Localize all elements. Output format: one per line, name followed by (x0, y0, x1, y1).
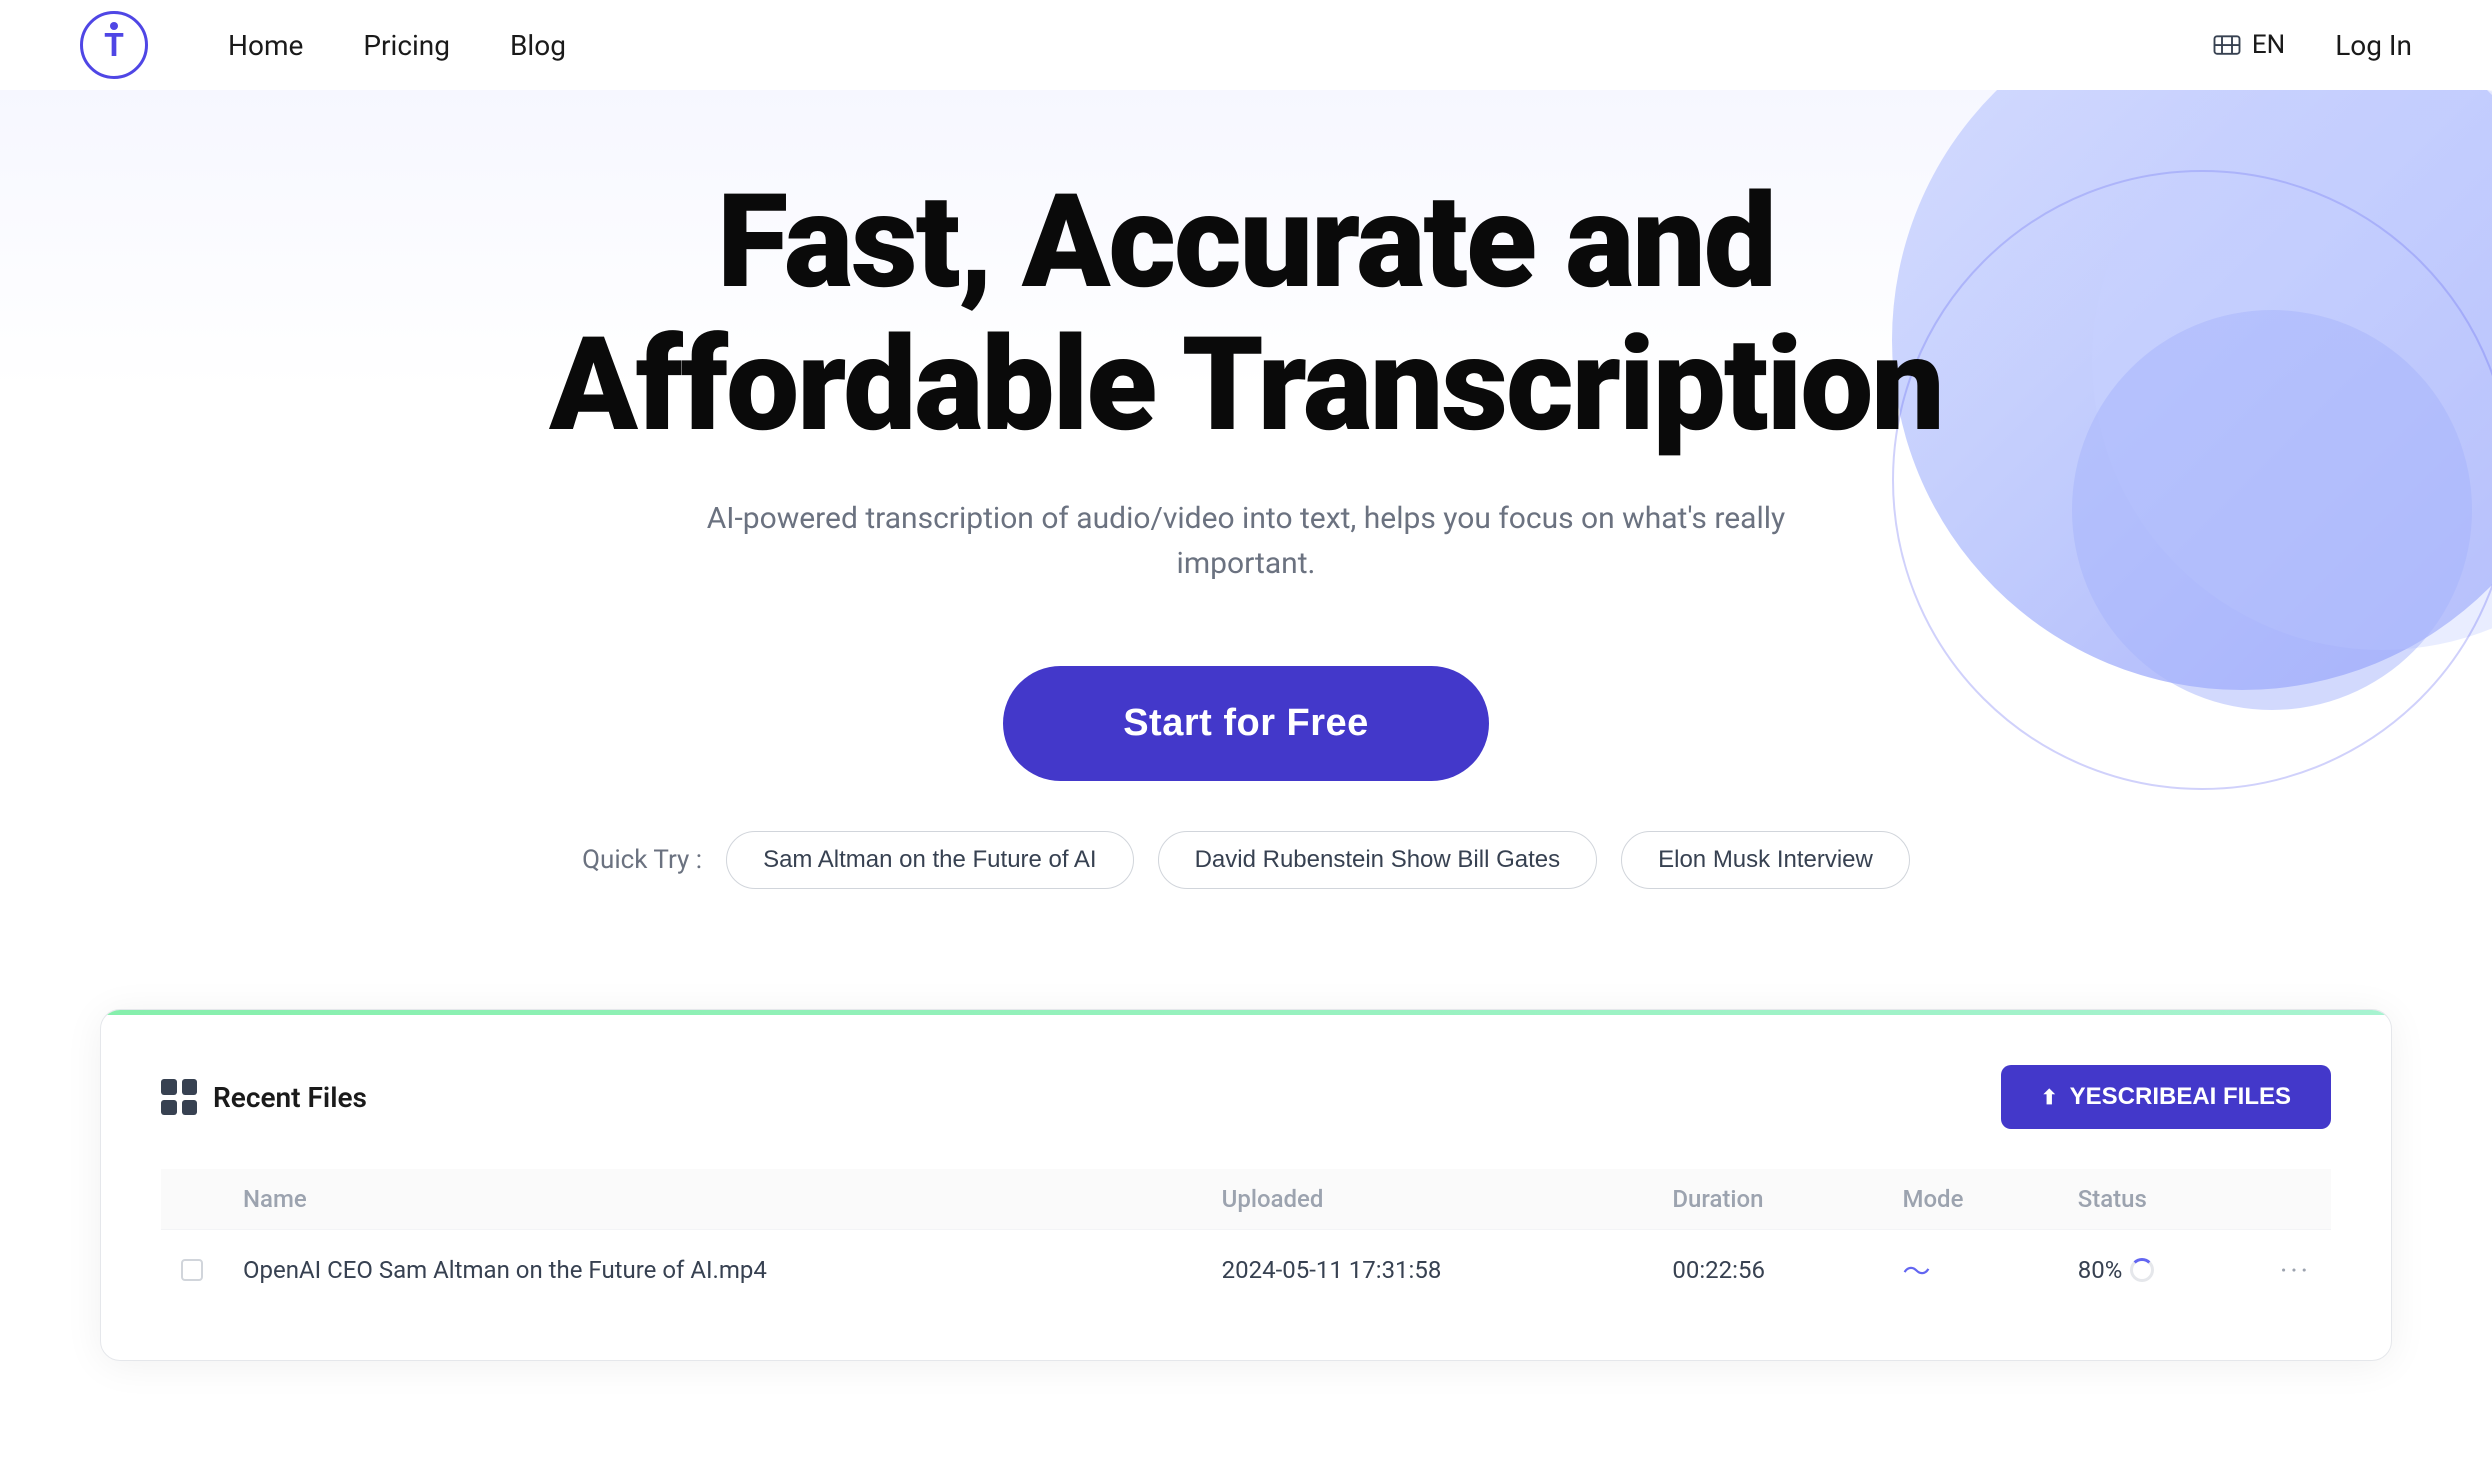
quick-try-section: Quick Try : Sam Altman on the Future of … (80, 831, 2412, 889)
col-status: Status (2058, 1169, 2260, 1230)
login-button[interactable]: Log In (2335, 29, 2412, 62)
quick-try-chip-1[interactable]: David Rubenstein Show Bill Gates (1158, 831, 1598, 889)
col-checkbox (161, 1169, 223, 1230)
demo-inner: Recent Files ⬆ YESCRIBEAI FILES Name Upl… (101, 1015, 2391, 1360)
demo-section: Recent Files ⬆ YESCRIBEAI FILES Name Upl… (100, 1009, 2392, 1361)
row-status: 80% (2058, 1230, 2260, 1311)
status-spinner: 80% (2078, 1256, 2155, 1284)
language-selector[interactable]: EN (2212, 30, 2285, 60)
recent-files-text: Recent Files (213, 1081, 367, 1114)
quick-try-chip-2[interactable]: Elon Musk Interview (1621, 831, 1910, 889)
logo[interactable]: T (80, 11, 148, 79)
status-percent: 80% (2078, 1256, 2123, 1284)
navigation: T Home Pricing Blog EN Log In (0, 0, 2492, 90)
cta-button[interactable]: Start for Free (1003, 666, 1489, 781)
upload-btn-label: YESCRIBEAI FILES (2070, 1083, 2291, 1111)
nav-links: Home Pricing Blog (228, 29, 2212, 62)
nav-right: EN Log In (2212, 29, 2412, 62)
grid-icon-cell-2 (182, 1079, 198, 1095)
lang-label: EN (2252, 30, 2285, 60)
row-duration: 00:22:56 (1652, 1230, 1882, 1311)
table-row: OpenAI CEO Sam Altman on the Future of A… (161, 1230, 2331, 1311)
demo-header: Recent Files ⬆ YESCRIBEAI FILES (161, 1065, 2331, 1129)
bg-circle-3 (2092, 90, 2492, 650)
checkbox[interactable] (181, 1259, 203, 1281)
hero-subtitle: AI-powered transcription of audio/video … (696, 496, 1796, 586)
upload-button[interactable]: ⬆ YESCRIBEAI FILES (2001, 1065, 2331, 1129)
nav-pricing[interactable]: Pricing (363, 29, 450, 62)
row-mode: 〜 (1882, 1230, 2057, 1311)
col-actions (2260, 1169, 2331, 1230)
row-name[interactable]: OpenAI CEO Sam Altman on the Future of A… (223, 1230, 1202, 1311)
grid-icon-cell-1 (161, 1079, 177, 1095)
language-icon (2212, 30, 2242, 60)
hero-section: Fast, Accurate and Affordable Transcript… (0, 90, 2492, 949)
files-table: Name Uploaded Duration Mode Status OpenA… (161, 1169, 2331, 1310)
row-uploaded: 2024-05-11 17:31:58 (1202, 1230, 1653, 1311)
wave-icon: 〜 (1902, 1255, 1930, 1288)
recent-files-label: Recent Files (161, 1079, 367, 1115)
grid-icon-cell-3 (161, 1100, 177, 1116)
nav-home[interactable]: Home (228, 29, 303, 62)
table-header: Name Uploaded Duration Mode Status (161, 1169, 2331, 1230)
logo-icon: T (80, 11, 148, 79)
bg-circle-4 (2072, 310, 2472, 710)
logo-letter: T (104, 29, 124, 61)
more-icon[interactable]: ··· (2280, 1254, 2311, 1287)
spinner-icon (2130, 1258, 2154, 1282)
col-uploaded: Uploaded (1202, 1169, 1653, 1230)
hero-title: Fast, Accurate and Affordable Transcript… (446, 170, 2046, 456)
grid-icon-cell-4 (182, 1100, 198, 1116)
upload-icon: ⬆ (2041, 1085, 2058, 1110)
quick-try-chip-0[interactable]: Sam Altman on the Future of AI (726, 831, 1134, 889)
quick-try-label: Quick Try : (582, 845, 702, 875)
row-checkbox[interactable] (161, 1230, 223, 1311)
col-duration: Duration (1652, 1169, 1882, 1230)
row-more[interactable]: ··· (2260, 1230, 2331, 1311)
col-mode: Mode (1882, 1169, 2057, 1230)
nav-blog[interactable]: Blog (510, 29, 566, 62)
grid-icon (161, 1079, 197, 1115)
col-name: Name (223, 1169, 1202, 1230)
table-body: OpenAI CEO Sam Altman on the Future of A… (161, 1230, 2331, 1311)
